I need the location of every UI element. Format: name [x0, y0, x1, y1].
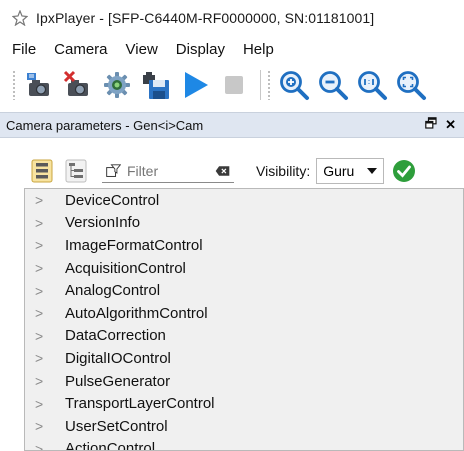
camera-parameters-panel-header: Camera parameters - Gen<i>Cam ✕ — [0, 112, 464, 138]
window-titlebar: IpxPlayer - [SFP-C6440M-RF0000000, SN:01… — [0, 0, 464, 36]
chevron-right-icon[interactable]: > — [35, 237, 55, 253]
play-icon — [185, 72, 208, 98]
main-toolbar — [0, 62, 464, 108]
play-button[interactable] — [178, 68, 212, 102]
menu-view[interactable]: View — [117, 41, 167, 58]
zoom-in-button[interactable] — [277, 68, 311, 102]
checkmark-icon — [393, 160, 416, 182]
zoom-1to1-button[interactable] — [355, 68, 389, 102]
app-icon — [12, 10, 28, 26]
chevron-right-icon[interactable]: > — [35, 283, 55, 299]
zoom-out-button[interactable] — [316, 68, 350, 102]
chevron-right-icon[interactable]: > — [35, 396, 55, 412]
tree-item-autoalgorithmcontrol[interactable]: > AutoAlgorithmControl — [25, 302, 463, 325]
menu-help[interactable]: Help — [234, 41, 283, 58]
save-button[interactable] — [139, 68, 173, 102]
chevron-right-icon[interactable]: > — [35, 305, 55, 321]
save-disk-icon — [143, 72, 169, 99]
menu-bar: File Camera View Display Help — [0, 36, 464, 62]
tree-item-imageformatcontrol[interactable]: > ImageFormatControl — [25, 234, 463, 257]
tree-view-icon — [65, 159, 87, 183]
camera-settings-button[interactable] — [100, 68, 134, 102]
panel-title: Camera parameters - Gen<i>Cam — [6, 117, 204, 133]
clear-filter-icon[interactable] — [215, 163, 230, 179]
stop-button[interactable] — [217, 68, 251, 102]
chevron-right-icon[interactable]: > — [35, 373, 55, 389]
tree-item-digitaliocontrol[interactable]: > DigitalIOControl — [25, 347, 463, 370]
chevron-right-icon[interactable]: > — [35, 192, 55, 208]
toolbar-grip-handle[interactable] — [12, 70, 16, 100]
filter-field — [102, 159, 234, 183]
filter-input[interactable] — [127, 162, 211, 179]
panel-controls: ✕ — [425, 117, 456, 133]
zoom-in-icon — [280, 71, 309, 100]
zoom-fit-icon — [397, 71, 426, 100]
categorized-view-button[interactable] — [30, 158, 54, 184]
tree-item-usersetcontrol[interactable]: > UserSetControl — [25, 415, 463, 438]
chevron-right-icon[interactable]: > — [35, 350, 55, 366]
chevron-down-icon — [367, 168, 378, 174]
chevron-right-icon[interactable]: > — [35, 328, 55, 344]
chevron-right-icon[interactable]: > — [35, 215, 55, 231]
panel-close-button[interactable]: ✕ — [445, 117, 456, 133]
float-window-icon[interactable] — [425, 117, 437, 129]
tree-item-pulsegenerator[interactable]: > PulseGenerator — [25, 370, 463, 393]
filter-icon — [106, 163, 121, 177]
parameter-tree: > DeviceControl > VersionInfo > ImageFormat… — [24, 188, 464, 451]
menu-camera[interactable]: Camera — [45, 41, 116, 58]
camera-connect-icon — [27, 73, 49, 96]
tree-item-acquisitioncontrol[interactable]: > AcquisitionControl — [25, 257, 463, 280]
tree-item-versioninfo[interactable]: > VersionInfo — [25, 212, 463, 235]
menu-file[interactable]: File — [0, 41, 45, 58]
camera-disconnect-icon — [63, 70, 88, 96]
zoom-out-icon — [319, 71, 348, 100]
tree-item-datacorrection[interactable]: > DataCorrection — [25, 325, 463, 348]
toolbar-separator — [260, 70, 261, 100]
zoom-fit-button[interactable] — [394, 68, 428, 102]
zoom-1to1-icon — [358, 71, 387, 100]
connect-camera-button[interactable] — [22, 68, 56, 102]
tree-view-button[interactable] — [64, 158, 88, 184]
window-title: IpxPlayer - [SFP-C6440M-RF0000000, SN:01… — [36, 10, 375, 26]
toolbar-grip-handle-2[interactable] — [267, 70, 271, 100]
disconnect-camera-button[interactable] — [61, 68, 95, 102]
stop-icon — [225, 76, 243, 94]
visibility-label: Visibility: — [256, 163, 311, 179]
menu-display[interactable]: Display — [167, 41, 234, 58]
categorized-view-icon — [31, 159, 53, 183]
visibility-value: Guru — [323, 163, 355, 179]
camera-settings-gear-icon — [104, 72, 130, 98]
chevron-right-icon[interactable]: > — [35, 418, 55, 434]
tree-item-analogcontrol[interactable]: > AnalogControl — [25, 279, 463, 302]
tree-item-devicecontrol[interactable]: > DeviceControl — [25, 189, 463, 212]
apply-button[interactable] — [392, 159, 416, 183]
visibility-select[interactable]: Guru — [316, 158, 385, 184]
tree-item-actioncontrol[interactable]: > ActionControl — [25, 438, 463, 450]
chevron-right-icon[interactable]: > — [35, 441, 55, 450]
tree-item-transportlayercontrol[interactable]: > TransportLayerControl — [25, 392, 463, 415]
chevron-right-icon[interactable]: > — [35, 260, 55, 276]
